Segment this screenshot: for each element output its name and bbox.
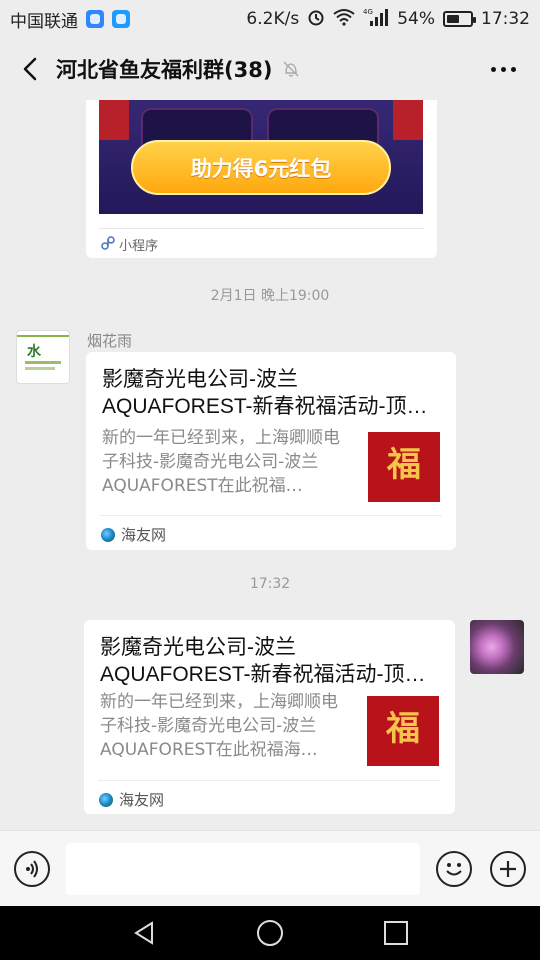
avatar-text: 水	[27, 344, 41, 360]
status-bar: 中国联通 6.2K/s 4G 54% 17:32	[0, 0, 540, 38]
voice-icon[interactable]	[14, 851, 50, 887]
divider	[98, 780, 441, 781]
wifi-icon	[333, 8, 355, 31]
message-app-icon	[112, 10, 130, 28]
plus-icon[interactable]	[490, 851, 526, 887]
thumbnail-text: 福	[386, 709, 420, 749]
source-label: 海友网	[121, 526, 167, 544]
article-title-line1: 影魔奇光电公司-波兰	[102, 368, 298, 391]
battery-percent: 54%	[397, 9, 435, 29]
carrier-label: 中国联通	[10, 11, 78, 32]
avatar[interactable]: 水	[16, 330, 70, 384]
article-description: 新的一年已经到来，上海卿顺电子科技-影魔奇光电公司-波兰AQUAFOREST在此…	[100, 692, 338, 760]
article-card[interactable]: 影魔奇光电公司-波兰 AQUAFOREST-新春祝福活动-顶… 新的一年已经到来…	[84, 620, 455, 814]
article-title-line2: AQUAFOREST-新春祝福活动-顶…	[100, 663, 426, 686]
mini-program-card[interactable]: 助力得6元红包 小程序	[86, 100, 437, 258]
article-description: 新的一年已经到来，上海卿顺电子科技-影魔奇光电公司-波兰AQUAFOREST在此…	[102, 428, 340, 496]
chat-area[interactable]: 助力得6元红包 小程序 2月1日 晚上19:00 水 烟花雨 影魔奇光电公司-波…	[0, 100, 540, 830]
article-source: 海友网	[101, 524, 166, 545]
page-title: 河北省鱼友福利群(38)	[56, 58, 273, 82]
chat-header: 河北省鱼友福利群(38)	[0, 38, 540, 100]
chevron-left-icon[interactable]	[16, 55, 44, 83]
bell-off-icon	[282, 60, 300, 78]
message-input[interactable]	[66, 843, 420, 895]
article-thumbnail: 福	[368, 432, 440, 502]
back-triangle-icon[interactable]	[126, 915, 162, 951]
more-dots-icon[interactable]	[483, 59, 524, 80]
article-title: 影魔奇光电公司-波兰 AQUAFOREST-新春祝福活动-顶…	[100, 634, 440, 688]
mini-program-banner: 助力得6元红包	[99, 100, 423, 214]
timestamp: 17:32	[249, 576, 291, 592]
article-title-line1: 影魔奇光电公司-波兰	[100, 636, 296, 659]
system-nav-bar	[0, 906, 540, 960]
article-card[interactable]: 影魔奇光电公司-波兰 AQUAFOREST-新春祝福活动-顶… 新的一年已经到来…	[86, 352, 456, 550]
source-logo-icon	[101, 527, 115, 542]
article-source: 海友网	[99, 789, 164, 810]
article-title-line2: AQUAFOREST-新春祝福活动-顶…	[102, 395, 428, 418]
sender-name: 烟花雨	[87, 332, 133, 350]
home-circle-icon[interactable]	[252, 915, 288, 951]
recents-square-icon[interactable]	[378, 915, 414, 951]
signal-icon: 4G	[363, 7, 389, 32]
network-speed: 6.2K/s	[246, 9, 300, 29]
clock: 17:32	[481, 9, 530, 29]
article-thumbnail: 福	[367, 696, 439, 766]
mini-program-icon	[101, 235, 115, 254]
divider	[99, 228, 424, 229]
thumbnail-text: 福	[387, 445, 421, 485]
mini-program-label: 小程序	[119, 239, 159, 254]
source-logo-icon	[99, 792, 113, 807]
source-label: 海友网	[119, 791, 165, 809]
input-bar	[0, 830, 540, 906]
alarm-icon	[307, 8, 325, 31]
battery-icon	[443, 11, 476, 27]
avatar[interactable]	[470, 620, 524, 674]
timestamp: 2月1日 晚上19:00	[210, 288, 330, 304]
svg-text:4G: 4G	[363, 8, 373, 16]
article-title: 影魔奇光电公司-波兰 AQUAFOREST-新春祝福活动-顶…	[102, 366, 442, 420]
notification-app-icon	[86, 10, 104, 28]
emoji-icon[interactable]	[436, 851, 472, 887]
mini-program-footer: 小程序	[101, 235, 158, 254]
red-packet-button[interactable]: 助力得6元红包	[131, 140, 391, 195]
divider	[100, 515, 442, 516]
